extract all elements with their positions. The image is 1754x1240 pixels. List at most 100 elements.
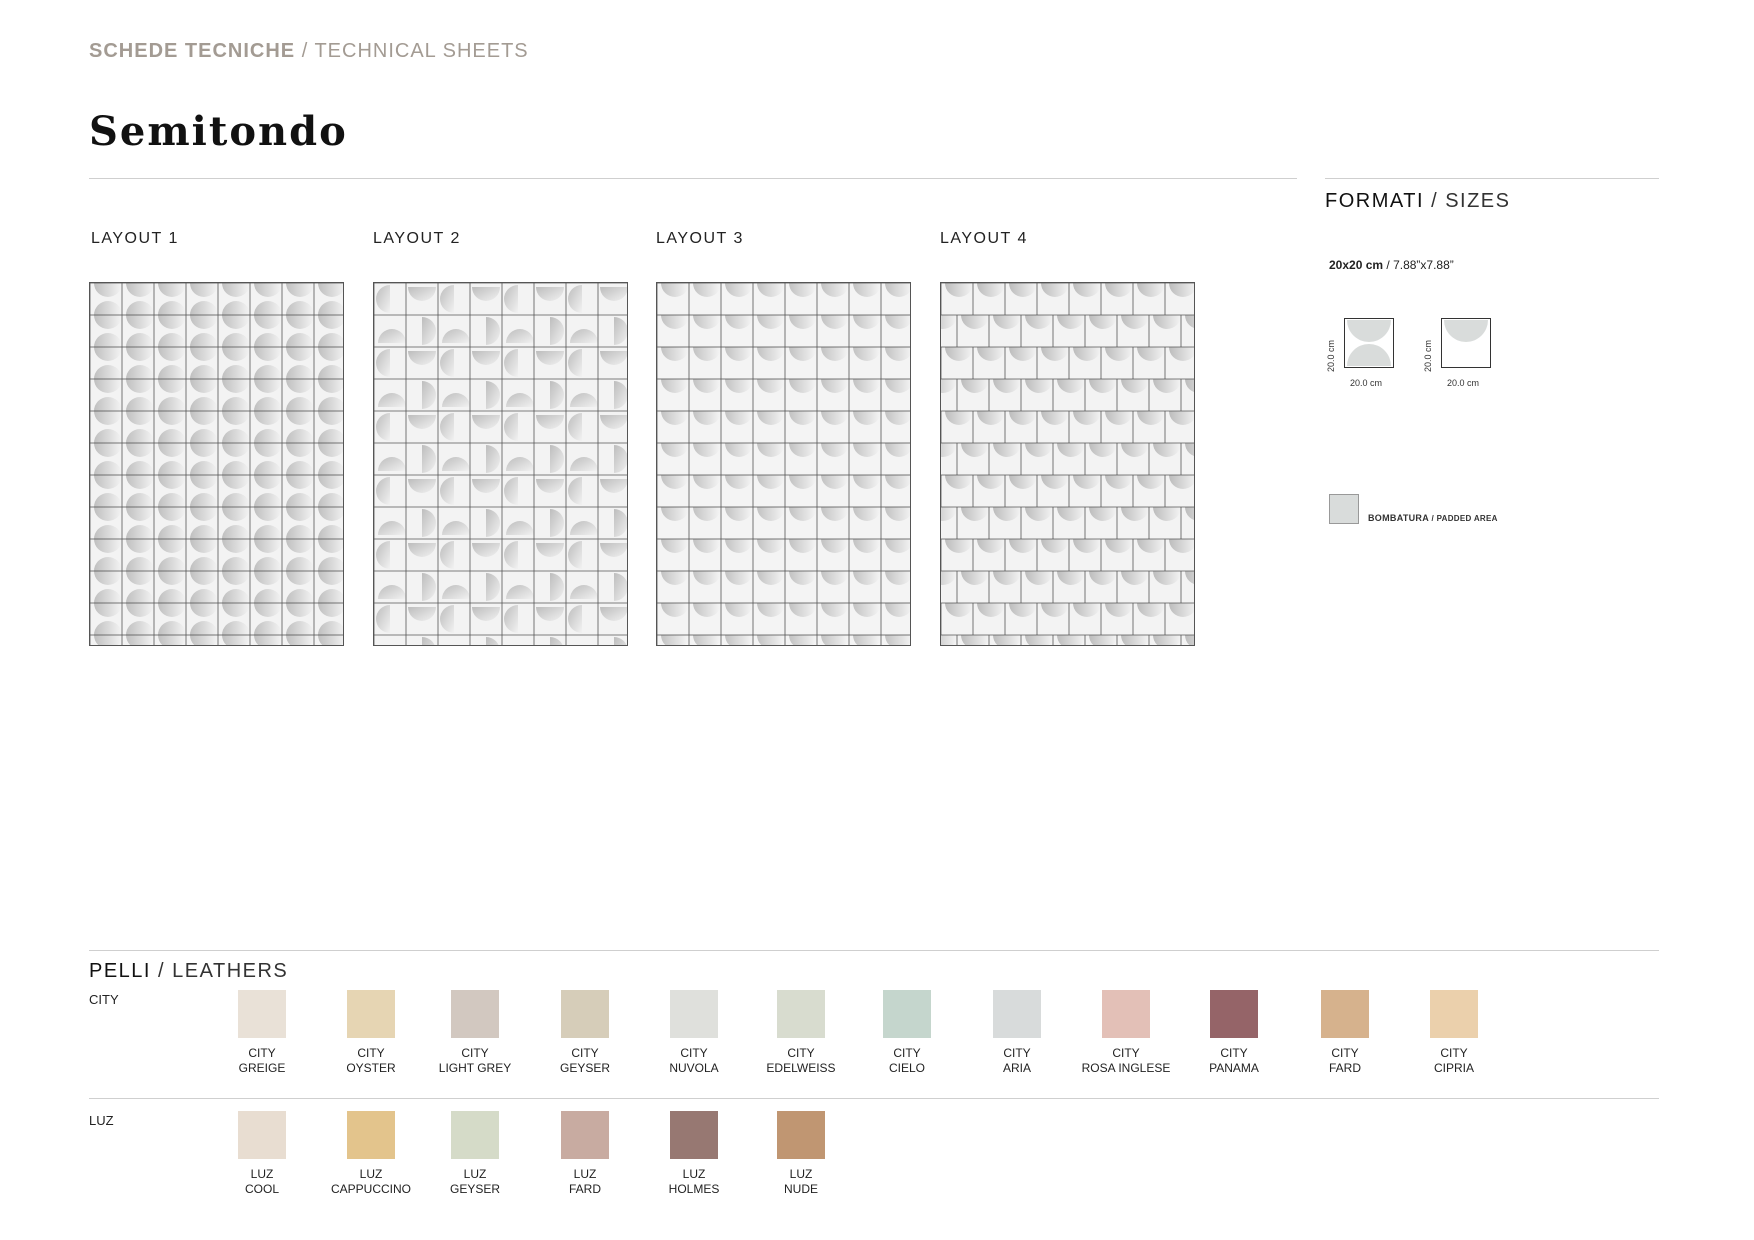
leather-swatch-color xyxy=(777,1111,825,1159)
leather-swatch-name: CITY GEYSER xyxy=(530,1046,640,1076)
leather-line: LUZ xyxy=(359,1167,383,1181)
leather-swatch-color xyxy=(238,990,286,1038)
layout-4-pattern xyxy=(940,282,1195,646)
leather-swatch-item: CITY OYSTER xyxy=(316,990,426,1076)
padded-area-swatch xyxy=(1329,494,1359,524)
formats-divider xyxy=(1325,178,1659,179)
leather-color-name: OYSTER xyxy=(346,1061,396,1075)
leather-line: LUZ xyxy=(250,1167,274,1181)
leather-swatch-color xyxy=(347,1111,395,1159)
leather-swatch-name: LUZ GEYSER xyxy=(420,1167,530,1197)
leather-swatch-item: LUZ GEYSER xyxy=(420,1111,530,1197)
kicker-separator: / xyxy=(295,40,315,62)
leather-swatch-name: LUZ COOL xyxy=(207,1167,317,1197)
leather-swatch-color xyxy=(993,990,1041,1038)
size-imperial: 7.88”x7.88” xyxy=(1393,258,1454,272)
header-divider xyxy=(89,178,1297,179)
formats-heading: FORMATI / SIZES xyxy=(1325,190,1510,213)
tile-diagram-semicircle xyxy=(1441,318,1491,368)
leather-color-name: NUDE xyxy=(783,1182,818,1196)
leather-color-name: GEYSER xyxy=(559,1061,610,1075)
formats-heading-separator: / xyxy=(1424,190,1446,212)
tile-a-width-label: 20.0 cm xyxy=(1350,378,1383,388)
layout-2-label: LAYOUT 2 xyxy=(373,230,461,247)
leather-swatch-name: CITY ARIA xyxy=(962,1046,1072,1076)
leather-swatch-name: CITY PANAMA xyxy=(1179,1046,1289,1076)
leather-line: CITY xyxy=(1440,1046,1468,1060)
padded-area-italian: BOMBATURA xyxy=(1368,513,1430,523)
formats-heading-english: SIZES xyxy=(1445,190,1511,212)
leather-swatch-name: LUZ CAPPUCCINO xyxy=(316,1167,426,1197)
leather-swatch-name: CITY GREIGE xyxy=(207,1046,317,1076)
leathers-divider xyxy=(89,950,1659,951)
leather-color-name: CIELO xyxy=(888,1061,925,1075)
leather-line: LUZ xyxy=(682,1167,706,1181)
leather-swatch-item: CITY ARIA xyxy=(962,990,1072,1076)
leather-line: CITY xyxy=(357,1046,385,1060)
leathers-heading-italian: PELLI xyxy=(89,960,151,982)
kicker-italian: SCHEDE TECNICHE xyxy=(89,40,296,62)
tile-b-width-label: 20.0 cm xyxy=(1447,378,1480,388)
leather-swatch-name: CITY LIGHT GREY xyxy=(420,1046,530,1076)
leather-swatch-item: CITY PANAMA xyxy=(1179,990,1289,1076)
leather-color-name: CAPPUCCINO xyxy=(330,1182,411,1196)
leather-swatch-color xyxy=(561,990,609,1038)
layout-4-label: LAYOUT 4 xyxy=(940,230,1028,247)
leather-swatch-item: CITY CIELO xyxy=(852,990,962,1076)
city-row-label: CITY xyxy=(89,992,119,1007)
layout-1-pattern xyxy=(89,282,344,646)
leathers-heading-english: LEATHERS xyxy=(172,960,289,982)
leather-swatch-color xyxy=(670,1111,718,1159)
leather-color-name: FARD xyxy=(1328,1061,1361,1075)
document-kicker: SCHEDE TECNICHE / TECHNICAL SHEETS xyxy=(89,40,529,63)
leather-color-name: GREIGE xyxy=(238,1061,286,1075)
leather-swatch-color xyxy=(1102,990,1150,1038)
leather-color-name: GEYSER xyxy=(449,1182,500,1196)
leather-swatch-name: CITY EDELWEISS xyxy=(746,1046,856,1076)
leather-swatch-color xyxy=(1321,990,1369,1038)
kicker-english: TECHNICAL SHEETS xyxy=(314,40,529,62)
leather-swatch-name: CITY ROSA INGLESE xyxy=(1071,1046,1181,1076)
leather-color-name: LIGHT GREY xyxy=(438,1061,512,1075)
leather-line: CITY xyxy=(1003,1046,1031,1060)
leather-swatch-item: CITY CIPRIA xyxy=(1399,990,1509,1076)
leather-color-name: ARIA xyxy=(1002,1061,1031,1075)
leather-swatch-item: LUZ NUDE xyxy=(746,1111,856,1197)
leather-swatch-color xyxy=(1210,990,1258,1038)
leather-line: CITY xyxy=(461,1046,489,1060)
size-label: 20x20 cm / 7.88”x7.88” xyxy=(1329,258,1454,272)
leather-swatch-name: LUZ FARD xyxy=(530,1167,640,1197)
leather-line: CITY xyxy=(248,1046,276,1060)
leather-swatch-item: LUZ CAPPUCCINO xyxy=(316,1111,426,1197)
row-divider xyxy=(89,1098,1659,1099)
leather-swatch-color xyxy=(347,990,395,1038)
leather-line: CITY xyxy=(787,1046,815,1060)
leather-swatch-name: LUZ NUDE xyxy=(746,1167,856,1197)
leather-color-name: EDELWEISS xyxy=(766,1061,836,1075)
leather-line: CITY xyxy=(571,1046,599,1060)
padded-area-label: BOMBATURA / PADDED AREA xyxy=(1368,513,1498,523)
leather-color-name: ROSA INGLESE xyxy=(1081,1061,1171,1075)
leather-line: CITY xyxy=(680,1046,708,1060)
leather-swatch-item: CITY ROSA INGLESE xyxy=(1071,990,1181,1076)
leather-swatch-item: CITY EDELWEISS xyxy=(746,990,856,1076)
leather-line: LUZ xyxy=(573,1167,597,1181)
leather-swatch-color xyxy=(561,1111,609,1159)
padded-area-separator: / xyxy=(1429,514,1437,523)
leather-swatch-color xyxy=(670,990,718,1038)
tile-diagram-hourglass xyxy=(1344,318,1394,368)
leather-swatch-item: LUZ FARD xyxy=(530,1111,640,1197)
leather-swatch-color xyxy=(777,990,825,1038)
formats-heading-italian: FORMATI xyxy=(1325,190,1425,212)
tile-b-height-label: 20.0 cm xyxy=(1423,339,1433,372)
leather-color-name: PANAMA xyxy=(1209,1061,1259,1075)
leather-swatch-name: CITY FARD xyxy=(1290,1046,1400,1076)
layout-1-label: LAYOUT 1 xyxy=(91,230,179,247)
leathers-heading: PELLI / LEATHERS xyxy=(89,960,288,983)
layout-3-pattern xyxy=(656,282,911,646)
size-metric: 20x20 cm xyxy=(1329,258,1384,272)
leather-swatch-item: LUZ HOLMES xyxy=(639,1111,749,1197)
tile-a-height-label: 20.0 cm xyxy=(1326,339,1336,372)
leather-swatch-item: CITY NUVOLA xyxy=(639,990,749,1076)
leather-color-name: COOL xyxy=(244,1182,279,1196)
